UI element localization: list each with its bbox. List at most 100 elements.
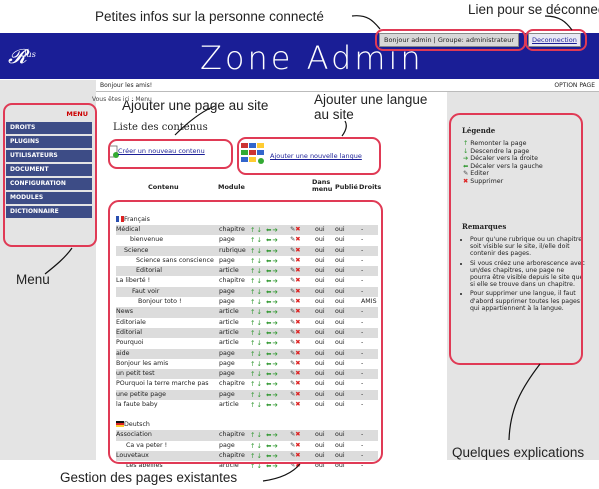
delete-icon[interactable]: ✖ bbox=[295, 277, 300, 284]
content-name[interactable]: une petite page bbox=[116, 391, 166, 398]
content-menu[interactable]: oui bbox=[315, 350, 325, 357]
delete-icon[interactable]: ✖ bbox=[295, 442, 300, 449]
delete-icon[interactable]: ✖ bbox=[295, 391, 300, 398]
move-arrows-icon[interactable]: ↑↓ ⬅➔ bbox=[250, 452, 279, 460]
delete-icon[interactable]: ✖ bbox=[295, 247, 300, 254]
content-published[interactable]: oui bbox=[335, 452, 345, 459]
move-arrows-icon[interactable]: ↑↓ ⬅➔ bbox=[250, 236, 279, 244]
content-name[interactable]: Bonjour les amis bbox=[116, 360, 168, 367]
move-arrows-icon[interactable]: ↑↓ ⬅➔ bbox=[250, 329, 279, 337]
content-published[interactable]: oui bbox=[335, 329, 345, 336]
content-menu[interactable]: oui bbox=[315, 391, 325, 398]
content-published[interactable]: oui bbox=[335, 277, 345, 284]
delete-icon[interactable]: ✖ bbox=[295, 462, 300, 469]
delete-icon[interactable]: ✖ bbox=[295, 339, 300, 346]
content-published[interactable]: oui bbox=[335, 442, 345, 449]
menu-item-dictionnaire[interactable]: DICTIONNAIRE bbox=[6, 206, 92, 218]
content-name[interactable]: Les abeilles bbox=[126, 462, 163, 469]
content-menu[interactable]: oui bbox=[315, 442, 325, 449]
delete-icon[interactable]: ✖ bbox=[295, 257, 300, 264]
content-name[interactable]: POurquoi la terre marche pas bbox=[116, 380, 208, 387]
move-arrows-icon[interactable]: ↑↓ ⬅➔ bbox=[250, 267, 279, 275]
content-menu[interactable]: oui bbox=[315, 401, 325, 408]
content-published[interactable]: oui bbox=[335, 462, 345, 469]
move-arrows-icon[interactable]: ↑↓ ⬅➔ bbox=[250, 431, 279, 439]
move-arrows-icon[interactable]: ↑↓ ⬅➔ bbox=[250, 257, 279, 265]
content-menu[interactable]: oui bbox=[315, 298, 325, 305]
logout-link[interactable]: Deconnection bbox=[528, 33, 581, 47]
delete-icon[interactable]: ✖ bbox=[295, 319, 300, 326]
content-published[interactable]: oui bbox=[335, 247, 345, 254]
content-menu[interactable]: oui bbox=[315, 462, 325, 469]
content-published[interactable]: oui bbox=[335, 360, 345, 367]
content-published[interactable]: oui bbox=[335, 370, 345, 377]
move-arrows-icon[interactable]: ↑↓ ⬅➔ bbox=[250, 339, 279, 347]
content-name[interactable]: Editoriale bbox=[116, 319, 146, 326]
delete-icon[interactable]: ✖ bbox=[295, 431, 300, 438]
content-published[interactable]: oui bbox=[335, 308, 345, 315]
content-menu[interactable]: oui bbox=[315, 288, 325, 295]
content-name[interactable]: bienvenue bbox=[130, 236, 163, 243]
content-name[interactable]: Médical bbox=[116, 226, 140, 233]
delete-icon[interactable]: ✖ bbox=[295, 360, 300, 367]
content-name[interactable]: Editorial bbox=[136, 267, 162, 274]
content-name[interactable]: News bbox=[116, 308, 133, 315]
menu-item-utilisateurs[interactable]: UTILISATEURS bbox=[6, 150, 92, 162]
delete-icon[interactable]: ✖ bbox=[295, 226, 300, 233]
menu-item-modules[interactable]: MODULES bbox=[6, 192, 92, 204]
content-published[interactable]: oui bbox=[335, 267, 345, 274]
move-arrows-icon[interactable]: ↑↓ ⬅➔ bbox=[250, 226, 279, 234]
move-arrows-icon[interactable]: ↑↓ ⬅➔ bbox=[250, 462, 279, 470]
content-name[interactable]: Ca va peter ! bbox=[126, 442, 167, 449]
move-arrows-icon[interactable]: ↑↓ ⬅➔ bbox=[250, 391, 279, 399]
delete-icon[interactable]: ✖ bbox=[295, 350, 300, 357]
content-name[interactable]: la faute baby bbox=[116, 401, 158, 408]
content-menu[interactable]: oui bbox=[315, 431, 325, 438]
content-name[interactable]: Science bbox=[124, 247, 148, 254]
content-published[interactable]: oui bbox=[335, 391, 345, 398]
move-arrows-icon[interactable]: ↑↓ ⬅➔ bbox=[250, 288, 279, 296]
delete-icon[interactable]: ✖ bbox=[295, 298, 300, 305]
content-published[interactable]: oui bbox=[335, 401, 345, 408]
option-page-link[interactable]: OPTION PAGE bbox=[554, 82, 595, 89]
content-name[interactable]: aide bbox=[116, 350, 129, 357]
content-name[interactable]: un petit test bbox=[116, 370, 155, 377]
move-arrows-icon[interactable]: ↑↓ ⬅➔ bbox=[250, 319, 279, 327]
move-arrows-icon[interactable]: ↑↓ ⬅➔ bbox=[250, 370, 279, 378]
content-published[interactable]: oui bbox=[335, 380, 345, 387]
menu-item-configuration[interactable]: CONFIGURATION bbox=[6, 178, 92, 190]
move-arrows-icon[interactable]: ↑↓ ⬅➔ bbox=[250, 442, 279, 450]
content-name[interactable]: Association bbox=[116, 431, 152, 438]
content-name[interactable]: Faut voir bbox=[132, 288, 159, 295]
content-published[interactable]: oui bbox=[335, 288, 345, 295]
menu-item-document[interactable]: DOCUMENT bbox=[6, 164, 92, 176]
content-published[interactable]: oui bbox=[335, 319, 345, 326]
content-published[interactable]: oui bbox=[335, 339, 345, 346]
delete-icon[interactable]: ✖ bbox=[295, 308, 300, 315]
delete-icon[interactable]: ✖ bbox=[295, 236, 300, 243]
content-name[interactable]: Louvetaux bbox=[116, 452, 149, 459]
move-arrows-icon[interactable]: ↑↓ ⬅➔ bbox=[250, 277, 279, 285]
content-published[interactable]: oui bbox=[335, 226, 345, 233]
content-published[interactable]: oui bbox=[335, 257, 345, 264]
content-menu[interactable]: oui bbox=[315, 236, 325, 243]
content-name[interactable]: Bonjour toto ! bbox=[138, 298, 182, 305]
move-arrows-icon[interactable]: ↑↓ ⬅➔ bbox=[250, 298, 279, 306]
content-menu[interactable]: oui bbox=[315, 380, 325, 387]
content-menu[interactable]: oui bbox=[315, 360, 325, 367]
move-arrows-icon[interactable]: ↑↓ ⬅➔ bbox=[250, 247, 279, 255]
content-menu[interactable]: oui bbox=[315, 226, 325, 233]
menu-item-droits[interactable]: DROITS bbox=[6, 122, 92, 134]
move-arrows-icon[interactable]: ↑↓ ⬅➔ bbox=[250, 380, 279, 388]
move-arrows-icon[interactable]: ↑↓ ⬅➔ bbox=[250, 308, 279, 316]
content-menu[interactable]: oui bbox=[315, 452, 325, 459]
delete-icon[interactable]: ✖ bbox=[295, 370, 300, 377]
content-menu[interactable]: oui bbox=[315, 308, 325, 315]
delete-icon[interactable]: ✖ bbox=[295, 288, 300, 295]
content-menu[interactable]: oui bbox=[315, 257, 325, 264]
delete-icon[interactable]: ✖ bbox=[295, 329, 300, 336]
content-menu[interactable]: oui bbox=[315, 277, 325, 284]
content-published[interactable]: oui bbox=[335, 236, 345, 243]
content-published[interactable]: oui bbox=[335, 298, 345, 305]
content-name[interactable]: La liberté ! bbox=[116, 277, 150, 284]
